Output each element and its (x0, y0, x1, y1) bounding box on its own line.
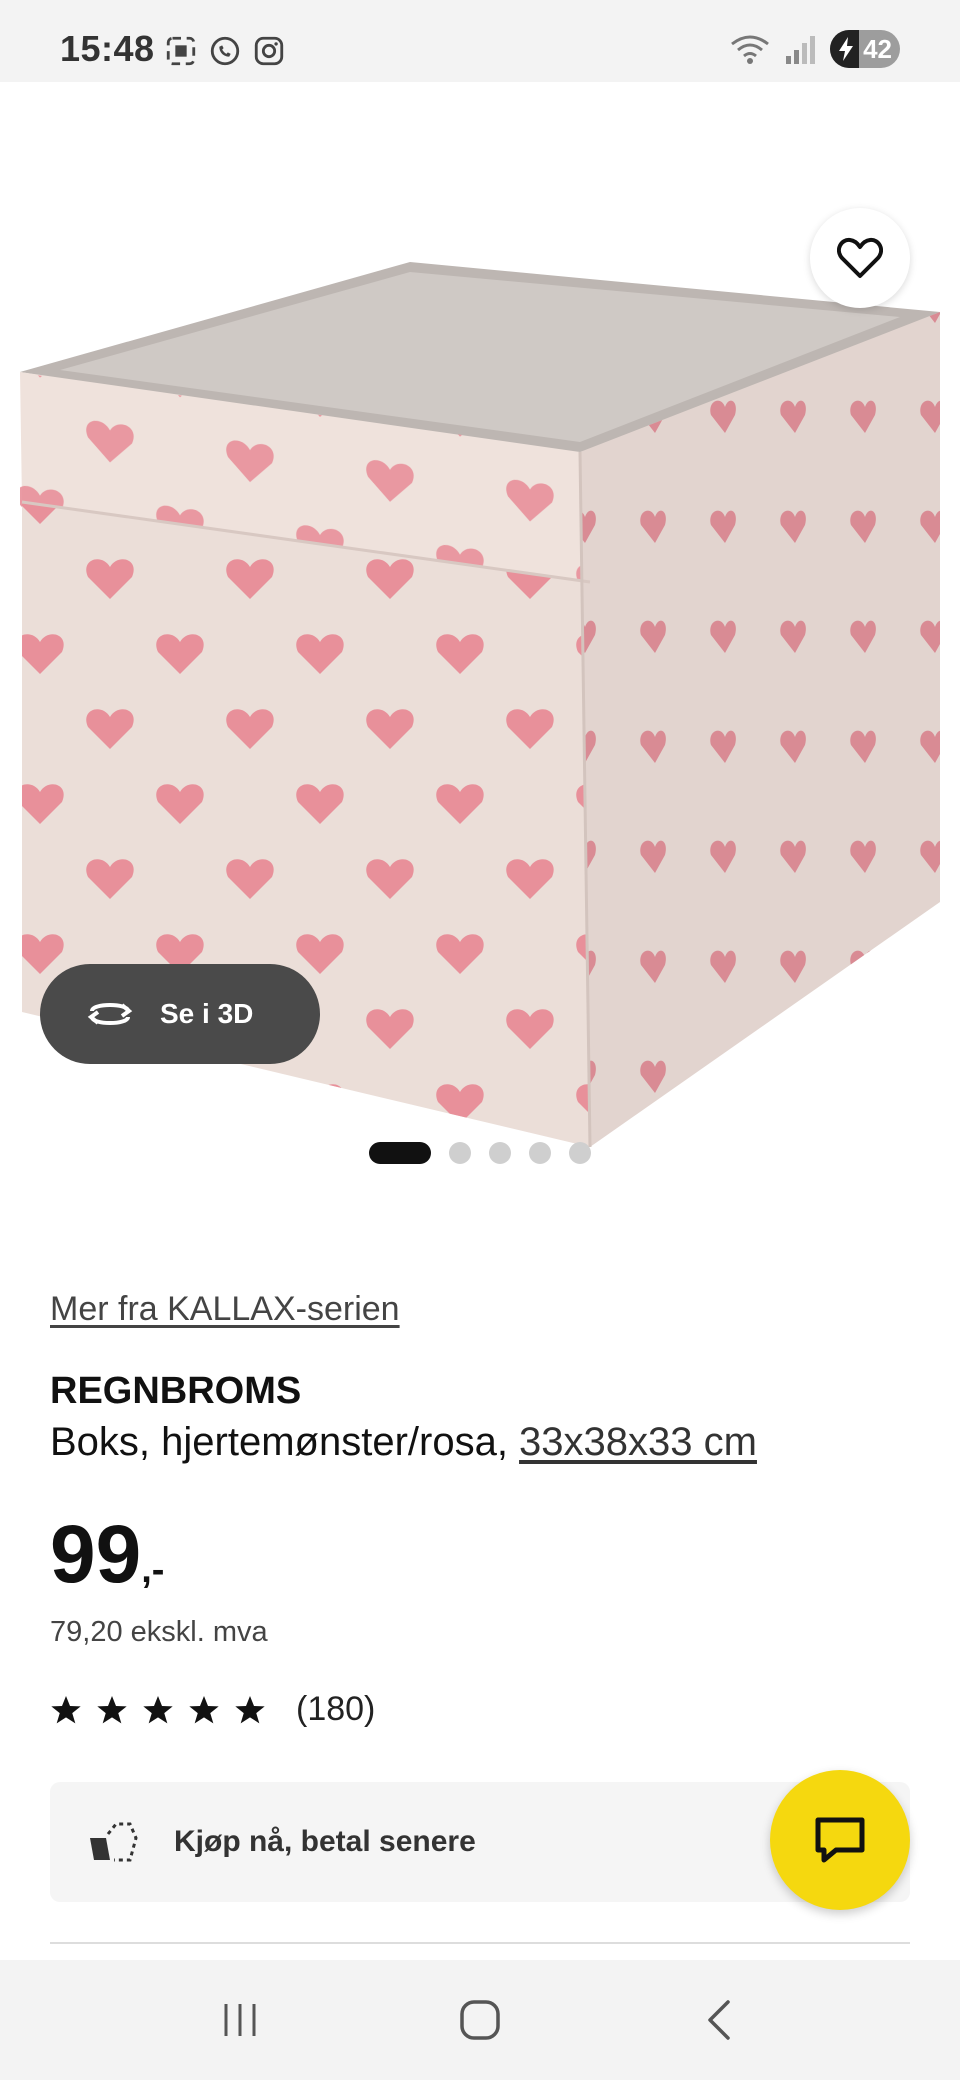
carousel-dot[interactable] (489, 1142, 511, 1164)
signal-icon (786, 36, 815, 64)
instagram-icon (254, 36, 284, 66)
carousel-dot[interactable] (369, 1142, 431, 1164)
status-time: 15:48 (60, 28, 155, 69)
carousel-dot[interactable] (449, 1142, 471, 1164)
chat-button[interactable] (770, 1770, 910, 1910)
wifi-icon (731, 35, 769, 64)
rating-count: (180) (296, 1690, 376, 1728)
carousel-indicator (0, 1142, 960, 1164)
product-description: Boks, hjertemønster/rosa, 33x38x33 cm (50, 1420, 757, 1465)
status-system-icons: 42 (730, 30, 900, 68)
carousel-dot[interactable] (529, 1142, 551, 1164)
battery-level: 42 (863, 33, 892, 64)
price-ex-vat: 79,20 ekskl. mva (50, 1616, 268, 1648)
price-main: 99 (50, 1509, 142, 1600)
pay-later-icon (90, 1822, 138, 1862)
rotate-3d-icon (87, 1003, 133, 1025)
star-icon (51, 1695, 81, 1723)
view-3d-label: Se i 3D (160, 998, 254, 1029)
favorite-button[interactable] (810, 208, 910, 308)
price: 99,- (50, 1508, 164, 1602)
recent-apps-icon[interactable] (216, 1996, 264, 2044)
series-link[interactable]: Mer fra KALLAX-serien (50, 1290, 400, 1329)
chat-bubble-icon (815, 1817, 865, 1863)
size-link[interactable]: 33x38x33 cm (519, 1420, 757, 1464)
product-image-carousel[interactable]: Se i 3D (0, 82, 960, 1148)
star-icon (97, 1695, 127, 1723)
charging-bolt-icon (839, 37, 853, 61)
status-notification-icons (164, 34, 286, 68)
view-3d-button[interactable]: Se i 3D (40, 964, 320, 1064)
product-description-text: Boks, hjertemønster/rosa, (50, 1420, 520, 1464)
whatsapp-icon (210, 36, 240, 66)
battery-indicator: 42 (830, 30, 900, 68)
product-name: REGNBROMS (50, 1370, 302, 1412)
star-icon (189, 1695, 219, 1723)
status-bar: 15:48 42 (0, 0, 960, 82)
home-icon[interactable] (456, 1996, 504, 2044)
screenshot-icon (166, 36, 196, 66)
bnpl-label: Kjøp nå, betal senere (174, 1825, 476, 1858)
system-navigation-bar (0, 1960, 960, 2080)
star-icon (235, 1695, 265, 1723)
carousel-dot[interactable] (569, 1142, 591, 1164)
divider (50, 1942, 910, 1944)
back-icon[interactable] (696, 1996, 744, 2044)
price-suffix: ,- (141, 1549, 165, 1591)
rating[interactable]: (180) (50, 1690, 375, 1729)
star-icon (143, 1695, 173, 1723)
heart-outline-icon (837, 237, 883, 278)
